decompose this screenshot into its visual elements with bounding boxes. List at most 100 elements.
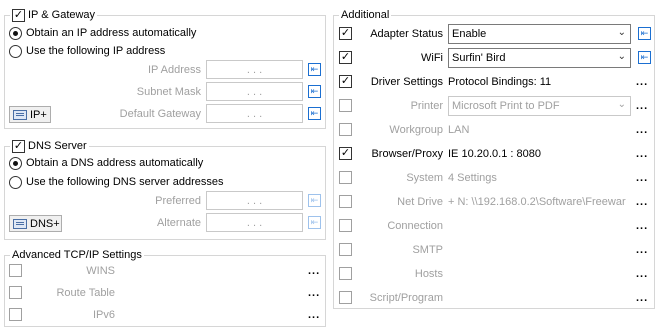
net-drive-more-button[interactable]: ... [636, 196, 648, 208]
auto-dns-radio-row[interactable]: Obtain a DNS address automatically [9, 156, 203, 170]
ip-address-dots: . . . [246, 63, 263, 76]
chevron-down-icon: ⌄ [617, 51, 626, 62]
browser-proxy-label: Browser/Proxy [371, 148, 443, 160]
driver-settings-value: Protocol Bindings: 11 [448, 76, 552, 88]
auto-ip-radio[interactable] [9, 26, 22, 40]
wins-label: WINS [86, 265, 115, 277]
smtp-checkbox[interactable] [339, 243, 352, 256]
chevron-down-icon: ⌄ [617, 27, 626, 38]
printer-label: Printer [410, 100, 443, 112]
wifi-checkbox[interactable]: ✓ [339, 51, 352, 64]
alternate-dns-label: Alternate [156, 217, 201, 229]
advanced-tcpip-legend: Advanced TCP/IP Settings [10, 248, 144, 262]
workgroup-checkbox[interactable] [339, 123, 352, 136]
wins-checkbox[interactable] [9, 264, 22, 277]
ipv6-more-button[interactable]: ... [308, 309, 320, 321]
smtp-more-button[interactable]: ... [636, 244, 648, 256]
script-program-more-button[interactable]: ... [636, 292, 648, 304]
system-more-button[interactable]: ... [636, 172, 648, 184]
smtp-label: SMTP [412, 244, 443, 256]
net-drive-label: Net Drive [397, 196, 443, 208]
browser-proxy-value: IE 10.20.0.1 : 8080 [448, 148, 541, 160]
network-card-icon [13, 218, 27, 229]
chevron-down-icon: ⌄ [617, 99, 626, 110]
ip-plus-label: IP+ [30, 108, 47, 121]
preferred-dns-dots: . . . [246, 194, 263, 207]
copy-arrow-icon[interactable]: ⇤ [308, 85, 321, 98]
preferred-dns-field: . . . [206, 191, 303, 210]
adapter-status-checkbox[interactable]: ✓ [339, 27, 352, 40]
dns-checkbox[interactable]: ✓ [12, 139, 25, 153]
copy-arrow-icon: ⇤ [308, 216, 321, 229]
auto-ip-radio-row[interactable]: Obtain an IP address automatically [9, 26, 196, 40]
browser-proxy-checkbox[interactable]: ✓ [339, 147, 352, 160]
ip-gateway-title: IP & Gateway [28, 9, 96, 21]
manual-dns-radio[interactable] [9, 175, 22, 189]
manual-ip-radio-row[interactable]: Use the following IP address [9, 44, 165, 58]
wifi-dropdown[interactable]: Surfin' Bird ⌄ [448, 48, 631, 68]
hosts-more-button[interactable]: ... [636, 268, 648, 280]
auto-dns-radio[interactable] [9, 156, 22, 170]
alternate-dns-field: . . . [206, 213, 303, 232]
adapter-status-dropdown[interactable]: Enable ⌄ [448, 24, 631, 44]
alternate-dns-dots: . . . [246, 216, 263, 229]
default-gateway-dots: . . . [246, 107, 263, 120]
ip-gateway-legend[interactable]: ✓ IP & Gateway [10, 8, 98, 22]
default-gateway-label: Default Gateway [119, 108, 201, 120]
route-table-label: Route Table [56, 287, 115, 299]
wifi-value: Surfin' Bird [452, 52, 506, 64]
adapter-status-value: Enable [452, 28, 487, 40]
adapter-status-label: Adapter Status [370, 28, 443, 40]
subnet-mask-field: . . . [206, 82, 303, 101]
subnet-mask-label: Subnet Mask [136, 86, 201, 98]
ipv6-checkbox[interactable] [9, 308, 22, 321]
copy-arrow-icon[interactable]: ⇤ [308, 107, 321, 120]
printer-checkbox[interactable] [339, 99, 352, 112]
wifi-label: WiFi [421, 52, 443, 64]
auto-dns-label: Obtain a DNS address automatically [26, 157, 204, 169]
ip-plus-button[interactable]: IP+ [9, 106, 51, 123]
workgroup-more-button[interactable]: ... [636, 124, 648, 136]
auto-ip-label: Obtain an IP address automatically [26, 27, 197, 39]
additional-legend: Additional [339, 8, 392, 22]
dns-title: DNS Server [28, 140, 87, 152]
driver-settings-checkbox[interactable]: ✓ [339, 75, 352, 88]
manual-dns-radio-row[interactable]: Use the following DNS server addresses [9, 175, 223, 189]
hosts-label: Hosts [414, 268, 443, 280]
additional-title: Additional [341, 9, 390, 21]
copy-arrow-icon: ⇤ [308, 194, 321, 207]
route-table-more-button[interactable]: ... [308, 287, 320, 299]
printer-more-button[interactable]: ... [636, 100, 648, 112]
system-label: System [406, 172, 443, 184]
manual-dns-label: Use the following DNS server addresses [26, 176, 224, 188]
dns-plus-label: DNS+ [30, 217, 60, 230]
driver-settings-label: Driver Settings [370, 76, 443, 88]
copy-arrow-icon[interactable]: ⇤ [638, 27, 651, 40]
connection-more-button[interactable]: ... [636, 220, 648, 232]
advanced-tcpip-title: Advanced TCP/IP Settings [12, 249, 142, 261]
preferred-dns-label: Preferred [155, 195, 201, 207]
net-drive-checkbox[interactable] [339, 195, 352, 208]
hosts-checkbox[interactable] [339, 267, 352, 280]
browser-proxy-more-button[interactable]: ... [636, 148, 648, 160]
wins-more-button[interactable]: ... [308, 265, 320, 277]
script-program-checkbox[interactable] [339, 291, 352, 304]
ip-gateway-checkbox[interactable]: ✓ [12, 8, 25, 22]
ip-address-field: . . . [206, 60, 303, 79]
printer-value: Microsoft Print to PDF [452, 100, 560, 112]
dns-plus-button[interactable]: DNS+ [9, 215, 62, 232]
ip-address-label: IP Address [148, 64, 201, 76]
route-table-checkbox[interactable] [9, 286, 22, 299]
copy-arrow-icon[interactable]: ⇤ [308, 63, 321, 76]
ipv6-label: IPv6 [92, 309, 115, 321]
dns-legend[interactable]: ✓ DNS Server [10, 139, 89, 153]
printer-dropdown[interactable]: Microsoft Print to PDF ⌄ [448, 96, 631, 116]
connection-checkbox[interactable] [339, 219, 352, 232]
system-value: 4 Settings [448, 172, 497, 184]
copy-arrow-icon[interactable]: ⇤ [638, 51, 651, 64]
driver-settings-more-button[interactable]: ... [636, 76, 648, 88]
default-gateway-field: . . . [206, 104, 303, 123]
manual-ip-radio[interactable] [9, 44, 22, 58]
system-checkbox[interactable] [339, 171, 352, 184]
workgroup-label: Workgroup [389, 124, 443, 136]
